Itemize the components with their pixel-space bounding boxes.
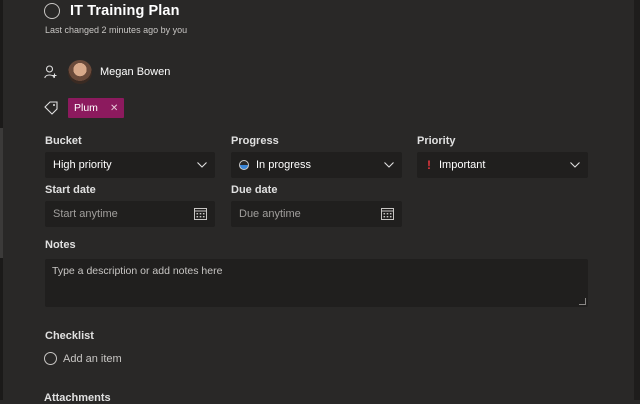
priority-dropdown[interactable]: ! Important [417, 152, 588, 178]
priority-label: Priority [417, 135, 456, 147]
title-row: IT Training Plan [44, 3, 180, 19]
label-row: Plum ✕ [44, 98, 125, 118]
half-circle-icon [239, 160, 249, 170]
start-date-placeholder: Start anytime [53, 208, 118, 220]
last-changed-text: Last changed 2 minutes ago by you [45, 25, 188, 35]
start-date-label: Start date [45, 184, 96, 196]
person-add-icon[interactable] [44, 65, 58, 79]
bucket-dropdown[interactable]: High priority [45, 152, 215, 178]
start-date-input[interactable]: Start anytime [45, 201, 215, 227]
complete-task-circle-icon[interactable] [44, 3, 60, 19]
tag-icon[interactable] [44, 101, 58, 115]
resize-handle[interactable] [579, 298, 586, 305]
scrollbar-thumb[interactable] [0, 128, 3, 258]
exclamation-icon: ! [427, 158, 431, 172]
checklist-label: Checklist [45, 330, 94, 342]
due-date-label: Due date [231, 184, 278, 196]
bucket-value: High priority [53, 159, 112, 171]
bucket-label: Bucket [45, 135, 82, 147]
progress-dropdown[interactable]: In progress [231, 152, 402, 178]
avatar[interactable] [68, 60, 92, 84]
assignment-row: Megan Bowen [44, 60, 170, 84]
assignee-name[interactable]: Megan Bowen [100, 66, 170, 78]
close-icon[interactable]: ✕ [110, 103, 118, 114]
left-pane-edge [0, 0, 3, 400]
progress-value: In progress [256, 159, 312, 171]
due-date-input[interactable]: Due anytime [231, 201, 402, 227]
due-date-placeholder: Due anytime [239, 208, 301, 220]
calendar-icon[interactable] [381, 208, 394, 220]
calendar-icon[interactable] [194, 208, 207, 220]
label-chip-plum[interactable]: Plum ✕ [68, 98, 125, 118]
circle-icon [44, 352, 57, 365]
task-title[interactable]: IT Training Plan [70, 3, 180, 19]
notes-textarea[interactable]: Type a description or add notes here [45, 259, 588, 307]
attachments-label: Attachments [44, 392, 111, 404]
chevron-down-icon [570, 162, 580, 168]
add-checklist-item[interactable]: Add an item [44, 352, 122, 365]
chevron-down-icon [197, 162, 207, 168]
right-scroll-track[interactable] [634, 0, 640, 400]
progress-label: Progress [231, 135, 279, 147]
label-chip-text: Plum [74, 102, 98, 114]
add-item-label: Add an item [63, 352, 122, 365]
notes-label: Notes [45, 239, 76, 251]
notes-placeholder: Type a description or add notes here [52, 265, 223, 277]
chevron-down-icon [384, 162, 394, 168]
priority-value: Important [439, 159, 486, 171]
